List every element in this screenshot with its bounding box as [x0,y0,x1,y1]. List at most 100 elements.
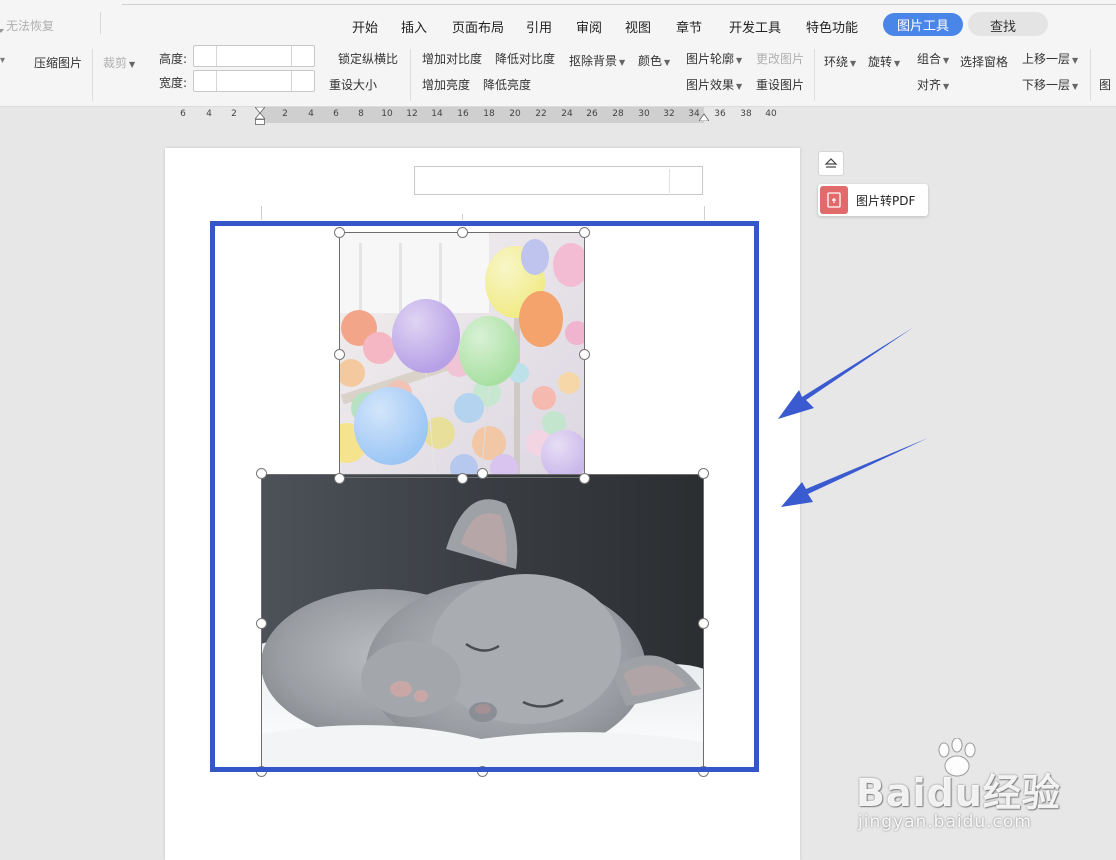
ruler-tick-label: 26 [586,109,598,119]
tab-developer[interactable]: 开发工具 [729,17,781,36]
horizontal-ruler[interactable]: 6 4 2 2 4 6 8 10 12 14 16 18 20 22 24 26 28 30 32 34 36 38 40 [0,107,1116,125]
color-label: 颜色 [638,54,663,68]
watermark-logo: Baidu经验 [856,771,1061,815]
tab-chapter[interactable]: 章节 [676,17,702,36]
right-indent-marker-icon[interactable] [699,113,709,121]
remove-background-label: 抠除背景 [569,54,618,68]
collapse-panel-button[interactable] [818,151,844,176]
compress-picture-button[interactable]: 压缩图片 [34,54,82,71]
ruler-tick-label: 4 [206,109,212,119]
ruler-tick-label: 16 [457,109,469,119]
chevron-down-icon: ▼ [736,82,743,91]
overflow-button[interactable]: 图 [1099,76,1111,93]
ruler-tick-label: 34 [688,109,700,119]
crop-button[interactable]: 裁剪 ▼ [103,54,135,71]
ruler-tick-label: 22 [535,109,547,119]
arrow-icon [781,438,928,507]
tab-review[interactable]: 审阅 [576,17,602,36]
baidu-watermark: Baidu经验 jingyan.baidu.com [852,738,1062,838]
chevron-down-icon: ▼ [850,59,857,68]
ruler-tick-label: 36 [714,109,726,119]
menu-bar: 无法恢复 开始 插入 页面布局 引用 审阅 视图 章节 开发工具 特色功能 图片… [0,0,1116,45]
wrap-text-button[interactable]: 环绕 ▼ [824,53,856,70]
width-stepper[interactable] [193,70,315,92]
indent-marker-icon[interactable] [255,107,265,125]
send-backward-button[interactable]: 下移一层 ▼ [1022,76,1078,93]
watermark-url: jingyan.baidu.com [858,812,1032,832]
ribbon-divider [92,49,93,101]
chevron-down-icon: ▼ [664,58,671,67]
ruler-tick-label: 28 [612,109,624,119]
picture-outline-button[interactable]: 图片轮廓 ▼ [686,50,742,67]
tab-insert[interactable]: 插入 [401,17,427,36]
decrease-brightness-button[interactable]: 降低亮度 [483,76,531,93]
margin-guide [462,214,463,220]
tab-references[interactable]: 引用 [526,17,552,36]
header-textbox[interactable] [414,166,703,195]
margin-guide [261,206,262,220]
chevron-down-icon: ▼ [736,56,743,65]
ribbon-divider [410,49,411,101]
ruler-text-area [259,107,704,123]
decrease-contrast-button[interactable]: 降低对比度 [495,50,555,67]
search-label: 查找 [990,20,1017,35]
align-button[interactable]: 对齐 ▼ [917,76,949,93]
ruler-tick-label: 2 [231,109,237,119]
picture-to-pdf-button[interactable]: 图片转PDF [818,184,928,216]
undo-button[interactable]: 无法恢复 [0,17,55,34]
ruler-tick-label: 24 [561,109,573,119]
ruler-tick-label: 30 [638,109,650,119]
change-picture-button[interactable]: 更改图片 [756,50,804,67]
ruler-tick-label: 8 [358,109,364,119]
pdf-icon [820,186,848,214]
tab-home[interactable]: 开始 [352,17,378,36]
undo-label: 无法恢复 [6,19,55,33]
ribbon-divider [814,49,815,101]
group-button[interactable]: 组合 ▼ [917,50,949,67]
overflow-chevron-icon[interactable]: ▾ [0,55,5,66]
tab-special-features[interactable]: 特色功能 [806,17,858,36]
chevron-down-icon: ▼ [129,60,136,69]
align-label: 对齐 [917,78,942,92]
picture-tools-ribbon: ▾ 压缩图片 裁剪 ▼ 高度: 宽度: 锁定纵横比 重设大小 增加对比度 降低对比… [0,45,1116,107]
color-button[interactable]: 颜色 ▼ [638,52,670,69]
ruler-tick-label: 6 [333,109,339,119]
bring-forward-button[interactable]: 上移一层 ▼ [1022,50,1078,67]
rotate-label: 旋转 [868,55,893,69]
ruler-tick-label: 14 [431,109,443,119]
reset-size-button[interactable]: 重设大小 [329,76,377,93]
chevron-down-icon: ▼ [619,58,626,67]
lock-aspect-ratio-checkbox[interactable]: 锁定纵横比 [338,50,398,67]
height-stepper[interactable] [193,45,315,67]
ruler-tick-label: 32 [663,109,675,119]
ruler-tick-label: 10 [381,109,393,119]
ruler-tick-label: 6 [180,109,186,119]
top-divider [122,4,1116,5]
picture-outline-label: 图片轮廓 [686,52,735,66]
increase-contrast-button[interactable]: 增加对比度 [422,50,482,67]
remove-background-button[interactable]: 抠除背景 ▼ [569,52,625,69]
height-label: 高度: [159,52,188,66]
chevron-down-icon: ▼ [943,56,950,65]
highlight-frame [210,221,759,772]
group-label: 组合 [917,52,942,66]
send-backward-label: 下移一层 [1022,78,1071,92]
ruler-tick-label: 12 [406,109,418,119]
picture-to-pdf-label: 图片转PDF [856,194,916,208]
chevron-down-icon: ▼ [1072,82,1079,91]
picture-effects-label: 图片效果 [686,78,735,92]
ruler-tick-label: 4 [308,109,314,119]
tab-view[interactable]: 视图 [625,17,651,36]
tab-picture-tools[interactable]: 图片工具 [883,13,964,36]
rotate-button[interactable]: 旋转 ▼ [868,53,900,70]
reset-picture-button[interactable]: 重设图片 [756,76,804,93]
eject-icon [824,158,838,168]
selection-pane-button[interactable]: 选择窗格 [960,53,1008,70]
search-box[interactable]: 查找 [968,12,1048,36]
increase-brightness-button[interactable]: 增加亮度 [422,76,470,93]
tab-page-layout[interactable]: 页面布局 [452,17,504,36]
chevron-down-icon [0,22,4,36]
picture-effects-button[interactable]: 图片效果 ▼ [686,76,742,93]
bring-forward-label: 上移一层 [1022,52,1071,66]
chevron-down-icon: ▼ [1072,56,1079,65]
